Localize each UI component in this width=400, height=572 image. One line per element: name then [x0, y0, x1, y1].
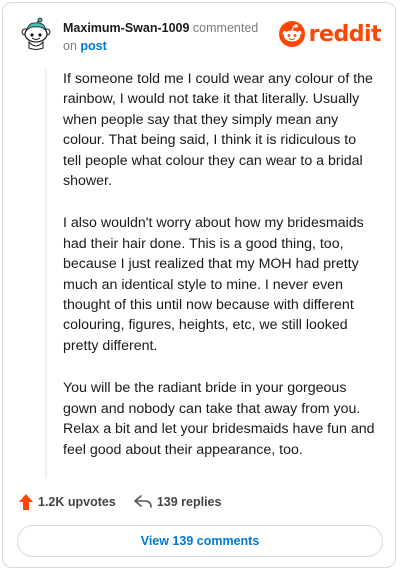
comment-body: If someone told me I could wear any colo…	[45, 69, 377, 478]
reddit-logo[interactable]: reddit	[278, 21, 382, 47]
comment-header: Maximum-Swan-1009 commented on post redd…	[19, 17, 382, 57]
comment-card: Maximum-Swan-1009 commented on post redd…	[2, 2, 396, 568]
reply-arrow-icon	[134, 495, 152, 508]
post-link[interactable]: post	[80, 39, 106, 53]
comment-paragraph: You will be the radiant bride in your go…	[63, 380, 375, 458]
username-link[interactable]: Maximum-Swan-1009	[63, 21, 189, 35]
comment-meta: Maximum-Swan-1009 commented on post	[63, 19, 283, 55]
upvote-button[interactable]: 1.2K upvotes	[19, 494, 116, 510]
reply-count: 139 replies	[156, 495, 222, 509]
view-comments-label: View 139 comments	[140, 534, 260, 548]
on-text: on	[63, 39, 77, 53]
reply-button[interactable]: 139 replies	[134, 495, 222, 509]
commented-text: commented	[192, 21, 259, 35]
comment-paragraph: If someone told me I could wear any colo…	[63, 71, 373, 190]
reddit-wordmark: reddit	[308, 21, 382, 47]
upvote-arrow-icon	[19, 494, 33, 510]
reddit-logo-icon	[278, 21, 305, 47]
upvote-count: 1.2K upvotes	[38, 495, 116, 509]
comment-paragraph: I also wouldn't worry about how my bride…	[63, 215, 364, 354]
comment-actions: 1.2K upvotes 139 replies	[19, 490, 239, 514]
snoo-avatar-icon[interactable]	[19, 17, 53, 51]
view-comments-button[interactable]: View 139 comments	[17, 525, 383, 557]
